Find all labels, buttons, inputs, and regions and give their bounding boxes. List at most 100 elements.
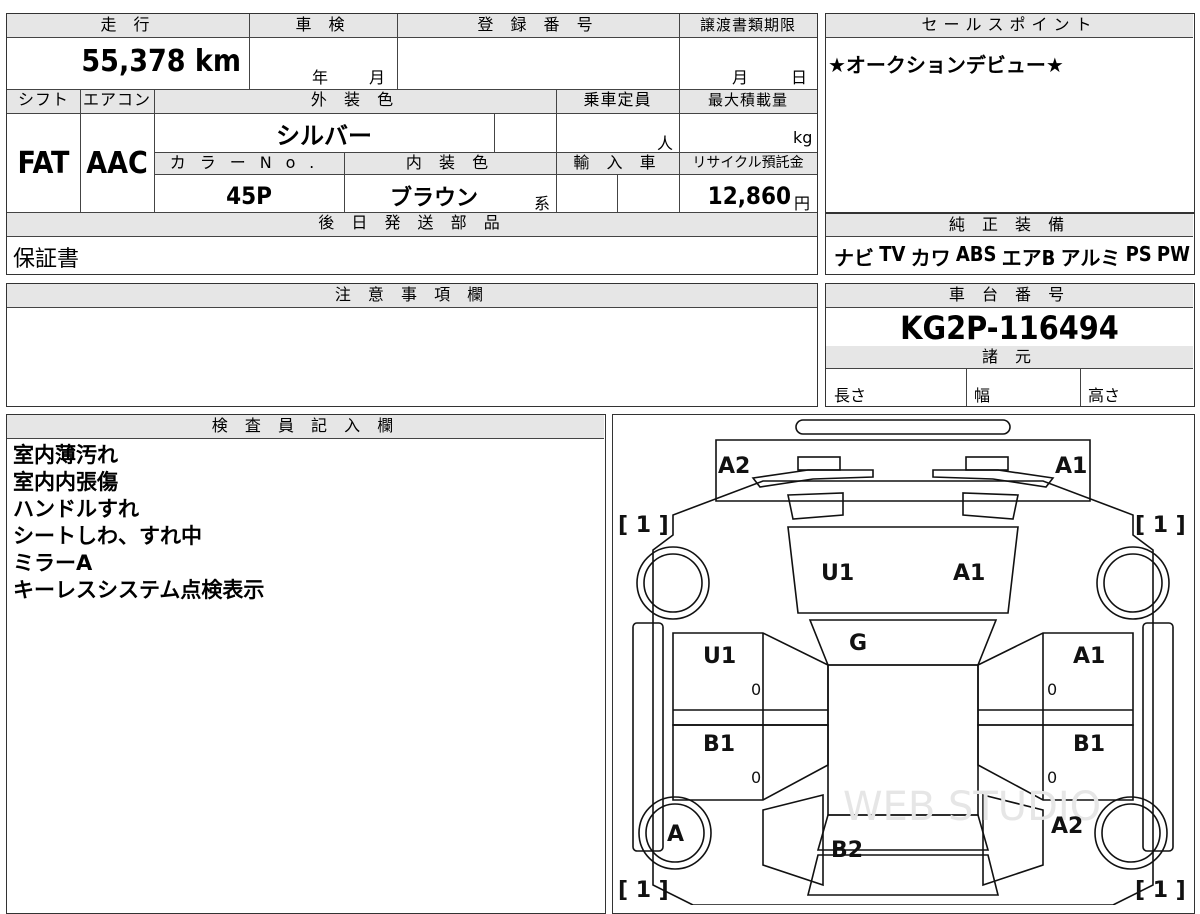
equipment-item: PS — [1125, 242, 1152, 266]
import-header: 輸 入 車 — [556, 152, 679, 174]
transfer-deadline-header: 譲渡書類期限 — [679, 14, 817, 37]
equipment-box: 純 正 装 備 ナビ TV カワ ABS エアB アルミ PS PW — [825, 213, 1195, 275]
transfer-month-unit: 月 — [732, 68, 749, 87]
divider — [494, 113, 495, 152]
color-no-value: 45P — [226, 182, 272, 210]
left-sill — [632, 622, 664, 852]
car-diagram: WEB STUDIO [ 1 ] [ 1 ] [ 1 ] [ 1 ] A2 A1… — [618, 419, 1186, 905]
divider — [556, 89, 557, 212]
mark-front-left-corner: A2 — [718, 454, 750, 479]
width-label: 幅 — [974, 386, 991, 405]
inspection-year-unit: 年 — [312, 68, 329, 87]
front-bumper-area — [715, 439, 1091, 502]
divider — [826, 368, 1193, 369]
inspector-line: ミラーA — [13, 551, 93, 575]
car-diagram-box: WEB STUDIO [ 1 ] [ 1 ] [ 1 ] [ 1 ] A2 A1… — [612, 414, 1195, 914]
divider — [1080, 368, 1081, 406]
equipment-header: 純 正 装 備 — [826, 214, 1193, 236]
chassis-number: KG2P-116494 — [900, 309, 1119, 347]
later-parts-header: 後 日 発 送 部 品 — [7, 212, 817, 236]
shift-value: FAT — [17, 146, 70, 181]
divider — [80, 89, 81, 212]
exterior-color-header: 外 装 色 — [154, 89, 556, 113]
divider — [826, 307, 1193, 308]
equipment-item: ナビ — [834, 246, 874, 270]
divider — [7, 212, 817, 213]
mark-rear-left-wheel: A — [667, 822, 684, 847]
equipment-item: TV — [879, 242, 906, 266]
notes-header: 注 意 事 項 欄 — [7, 284, 817, 307]
divider — [679, 14, 680, 212]
divider — [7, 438, 604, 439]
mark-door-zero: 0 — [1047, 768, 1057, 787]
divider — [7, 37, 817, 38]
tire-bracket-front-left: [ 1 ] — [618, 513, 669, 538]
interior-color-value: ブラウン — [389, 186, 478, 211]
equipment-item: カワ — [910, 246, 951, 270]
windshield — [808, 619, 998, 666]
exterior-color-value: シルバー — [276, 122, 372, 150]
sales-point-value: ★オークションデビュー★ — [828, 53, 1064, 77]
shift-header: シフト — [7, 89, 80, 113]
aircon-value: AAC — [86, 146, 148, 181]
interior-color-suffix: 系 — [534, 194, 551, 213]
mark-roof: G — [849, 631, 867, 656]
equipment-item: PW — [1156, 242, 1190, 266]
inspector-line: ハンドルすれ — [13, 497, 139, 521]
divider — [397, 14, 398, 89]
specs-header: 諸 元 — [826, 346, 1193, 368]
recycle-header: リサイクル預託金 — [679, 152, 817, 174]
left-rear-door — [672, 724, 829, 801]
divider — [7, 236, 817, 237]
right-front-door — [977, 632, 1134, 726]
divider — [617, 174, 618, 212]
divider — [249, 14, 250, 89]
equipment-item: エアB — [1001, 246, 1056, 270]
recycle-value: 12,860 — [707, 182, 791, 210]
inspector-box: 検 査 員 記 入 欄 室内薄汚れ 室内内張傷 ハンドルすれ シートしわ、すれ中… — [6, 414, 606, 914]
wheel-rear-right — [1094, 796, 1168, 870]
mark-windshield-left: U1 — [821, 561, 854, 586]
inspector-line: 室内内張傷 — [13, 470, 118, 494]
mileage-header: 走 行 — [7, 14, 249, 37]
fog-right — [962, 492, 1019, 520]
front-light-left — [797, 456, 841, 471]
chassis-box: 車 台 番 号 KG2P-116494 諸 元 長さ 幅 高さ — [825, 283, 1195, 407]
length-label: 長さ — [834, 386, 867, 405]
equipment-item: ABS — [955, 242, 997, 266]
inspector-line: 室内薄汚れ — [13, 443, 118, 467]
tire-bracket-rear-left: [ 1 ] — [618, 878, 669, 903]
notes-box: 注 意 事 項 欄 — [6, 283, 818, 407]
fog-left — [787, 492, 844, 520]
inspector-line: シートしわ、すれ中 — [13, 524, 202, 548]
left-front-door — [672, 632, 829, 726]
mark-door-zero: 0 — [751, 768, 761, 787]
mark-right-rear-door: B1 — [1073, 732, 1105, 757]
mark-door-zero: 0 — [1047, 680, 1057, 699]
front-light-right — [965, 456, 1009, 471]
interior-color-header: 内 装 色 — [344, 152, 556, 174]
mark-rear-center: B2 — [831, 838, 863, 863]
inspection-month-unit: 月 — [369, 68, 386, 87]
tire-bracket-front-right: [ 1 ] — [1135, 513, 1186, 538]
sales-point-header: セールスポイント — [826, 14, 1193, 37]
inspector-header: 検 査 員 記 入 欄 — [7, 415, 604, 438]
mark-front-right-corner: A1 — [1055, 454, 1087, 479]
mark-right-front-door: A1 — [1073, 644, 1105, 669]
wheel-front-right — [1096, 546, 1170, 620]
capacity-unit: 人 — [657, 134, 674, 153]
color-no-header: カラーNo. — [154, 152, 344, 174]
inspection-header: 車 検 — [249, 14, 397, 37]
front-bumper-shape — [795, 419, 1011, 435]
equipment-list: ナビ TV カワ ABS エアB アルミ PS PW — [834, 242, 1190, 271]
sales-point-box: セールスポイント ★オークションデビュー★ — [825, 13, 1195, 213]
divider — [7, 113, 817, 114]
vehicle-info-table: 走 行 車 検 登 録 番 号 譲渡書類期限 55,378 km 年 月 月 日… — [6, 13, 818, 275]
mileage-value: 55,378 km — [81, 44, 241, 79]
headlamp-right — [932, 469, 1055, 488]
registration-header: 登 録 番 号 — [397, 14, 679, 37]
divider — [7, 307, 817, 308]
chassis-header: 車 台 番 号 — [826, 284, 1193, 307]
headlamp-left — [751, 469, 874, 488]
right-sill — [1142, 622, 1174, 852]
